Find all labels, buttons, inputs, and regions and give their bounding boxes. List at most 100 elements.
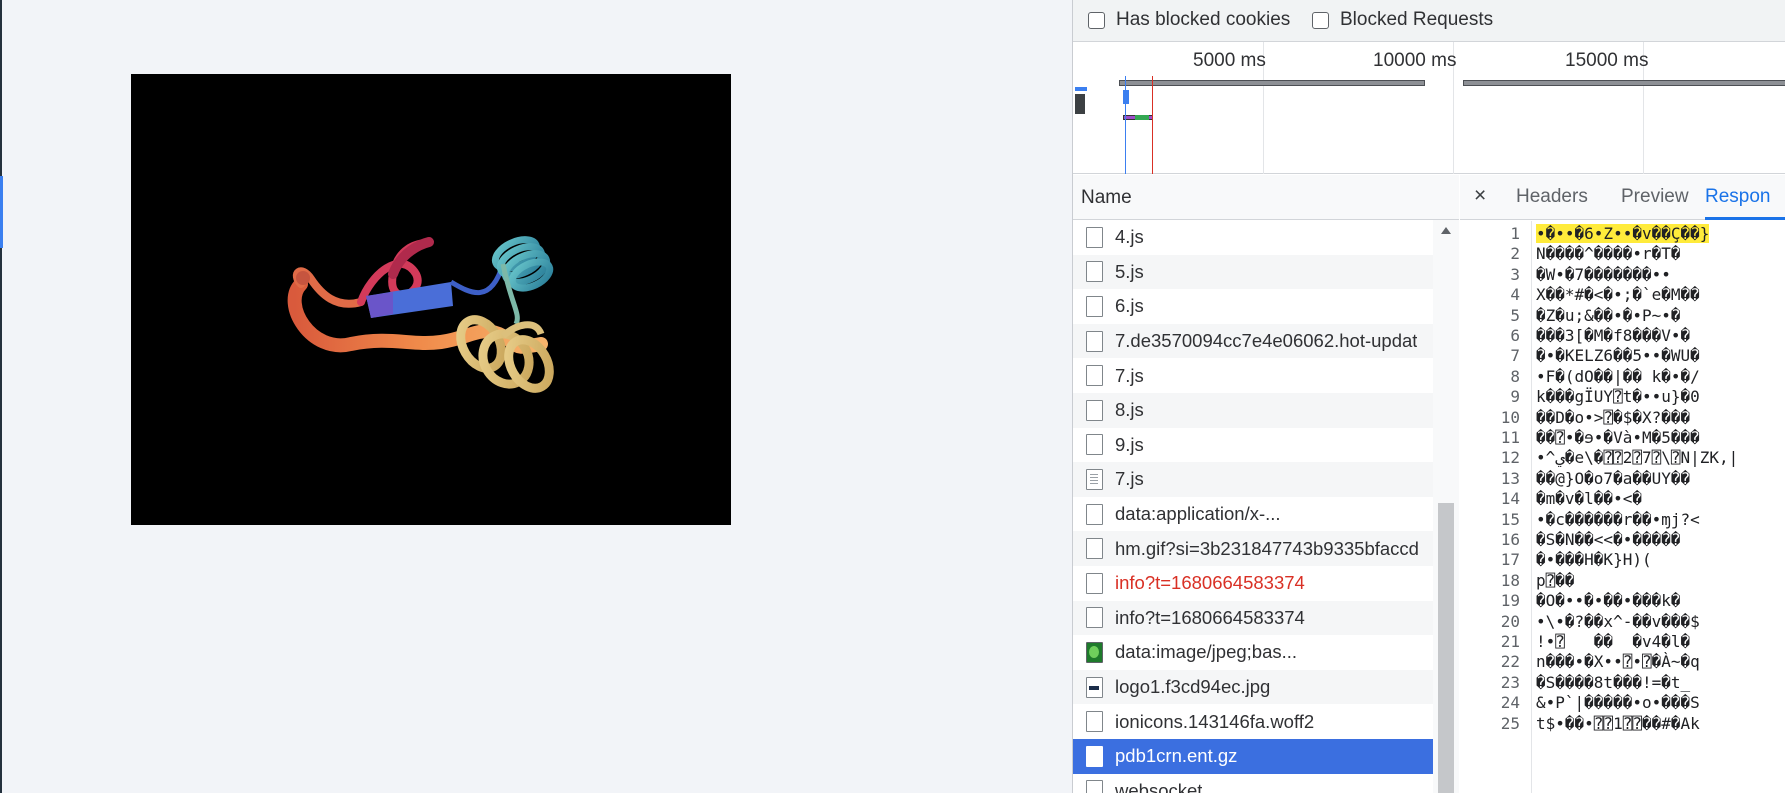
request-row[interactable]: data:application/x-... <box>1073 497 1433 532</box>
line-number: 11 <box>1500 428 1520 447</box>
line-number: 10 <box>1500 407 1520 427</box>
request-row[interactable]: info?t=1680664583374 <box>1073 566 1433 601</box>
line-text: �S����8t���!=�t_ <box>1536 672 1691 692</box>
file-icon <box>1086 295 1103 317</box>
line-number: 8 <box>1510 366 1520 386</box>
line-text: �W•�7�������•• <box>1536 264 1671 284</box>
file-icon <box>1086 780 1103 793</box>
timeline-mark <box>1075 87 1087 91</box>
request-name: logo1.f3cd94ec.jpg <box>1115 676 1271 698</box>
timeline-bar <box>1463 80 1785 86</box>
file-icon <box>1086 711 1103 733</box>
line-text: �O�••�•��•���k� <box>1536 591 1681 611</box>
response-body-viewer[interactable]: 1 •�••�6•Z••�v��Ç��} 2 N����^����•r�T� 3 �W•�… <box>1460 221 1785 793</box>
line-number: 6 <box>1510 326 1520 345</box>
scroll-up-arrow-icon[interactable] <box>1441 227 1451 234</box>
line-text: p⍰�� <box>1536 570 1575 590</box>
checkbox[interactable] <box>1088 11 1105 29</box>
line-number: 17 <box>1500 550 1520 570</box>
line-number: 4 <box>1510 285 1520 305</box>
detail-tab-bar: × Headers Preview Respon <box>1460 175 1785 220</box>
file-icon <box>1086 572 1103 594</box>
tab-preview[interactable]: Preview <box>1621 186 1689 208</box>
line-text: •�••�6•Z••�v��Ç��} <box>1536 224 1710 243</box>
left-accent-bar <box>0 176 3 248</box>
has-blocked-cookies-filter[interactable]: Has blocked cookies <box>1088 9 1290 31</box>
line-text: �S�N��<<�•����� <box>1536 530 1681 549</box>
file-icon <box>1086 399 1103 421</box>
request-row[interactable]: ionicons.143146fa.woff2 <box>1073 704 1433 739</box>
blocked-requests-filter[interactable]: Blocked Requests <box>1312 9 1493 31</box>
request-name: websocket <box>1115 779 1203 793</box>
logo-image-icon <box>1086 676 1103 698</box>
request-row[interactable]: 7.js <box>1073 358 1433 393</box>
file-icon <box>1086 745 1103 767</box>
network-overview-timeline[interactable]: 5000 ms 10000 ms 15000 ms <box>1073 42 1785 174</box>
request-row[interactable]: data:image/jpeg;bas... <box>1073 635 1433 670</box>
line-text: !•⍰ �� �v4�l� <box>1536 632 1691 651</box>
request-row[interactable]: pdb1crn.ent.gz <box>1073 738 1433 774</box>
load-event-line <box>1152 76 1153 174</box>
line-text: ���3[�M�f8���V•� <box>1536 326 1691 345</box>
request-name: 5.js <box>1115 260 1144 282</box>
checkbox[interactable] <box>1312 11 1329 29</box>
filter-label: Has blocked cookies <box>1116 9 1291 30</box>
line-text: ��⍰•�ɘ•�Và•M�5��� <box>1536 428 1700 447</box>
request-name: 6.js <box>1115 295 1144 317</box>
document-icon <box>1086 468 1103 490</box>
tab-response[interactable]: Respon <box>1705 186 1771 208</box>
line-number: 25 <box>1500 713 1520 733</box>
scrollbar[interactable] <box>1433 220 1459 793</box>
request-row[interactable]: 7.de3570094cc7e4e06062.hot-updat <box>1073 323 1433 359</box>
request-row[interactable]: logo1.f3cd94ec.jpg <box>1073 669 1433 705</box>
response-line: 25 t$•��•⍰⍰1⍰⍰��#�Ak <box>1460 714 1785 737</box>
request-name: 7.de3570094cc7e4e06062.hot-updat <box>1115 330 1418 352</box>
scrollbar-thumb[interactable] <box>1438 503 1454 793</box>
line-text: t$•��•⍰⍰1⍰⍰��#�Ak <box>1536 713 1700 733</box>
timeline-bar <box>1119 80 1425 86</box>
request-row[interactable]: 9.js <box>1073 428 1433 463</box>
image-icon <box>1086 641 1103 663</box>
line-text: ��@}O�o7�a��UY�� <box>1536 468 1691 488</box>
timeline-mark <box>1135 115 1149 120</box>
request-row[interactable]: 7.js <box>1073 462 1433 497</box>
line-number: 18 <box>1500 570 1520 590</box>
request-row[interactable]: 8.js <box>1073 392 1433 428</box>
time-tick-label: 5000 ms <box>1193 50 1266 71</box>
line-number: 1 <box>1510 224 1520 243</box>
line-text: �•���H�K}H)( <box>1536 550 1652 570</box>
line-number: 9 <box>1510 387 1520 407</box>
request-row[interactable]: 6.js <box>1073 289 1433 324</box>
line-number: 23 <box>1500 672 1520 692</box>
line-number: 3 <box>1510 264 1520 284</box>
request-row[interactable]: info?t=1680664583374 <box>1073 600 1433 636</box>
timeline-mark <box>1123 90 1129 104</box>
request-name: 7.js <box>1115 364 1144 386</box>
line-text: •F�(dO��|�� k�•�/ <box>1536 366 1700 386</box>
request-row[interactable]: 4.js <box>1073 220 1433 255</box>
request-name: data:image/jpeg;bas... <box>1115 641 1298 663</box>
request-row[interactable]: websocket <box>1073 774 1433 793</box>
file-icon <box>1086 607 1103 629</box>
request-row[interactable]: hm.gif?si=3b231847743b9335bfaccd <box>1073 531 1433 566</box>
file-icon <box>1086 434 1103 456</box>
filter-bar: Has blocked cookies Blocked Requests <box>1073 0 1785 42</box>
close-icon[interactable]: × <box>1474 184 1486 208</box>
line-number: 14 <box>1500 489 1520 509</box>
request-name: 7.js <box>1115 468 1144 490</box>
request-rows: 4.js 5.js 6.js 7.de3570094cc7e4e06062.hot-u… <box>1073 220 1433 793</box>
name-column-header[interactable]: Name <box>1073 175 1459 220</box>
line-number: 24 <box>1500 693 1520 713</box>
line-text: k���gÏUY⍰t�••u}�0 <box>1536 387 1700 407</box>
line-text: •�c������r��•ɱj?< <box>1536 509 1700 529</box>
line-text: X��*#�<�•;�`e�M�� <box>1536 285 1700 305</box>
line-number: 16 <box>1500 530 1520 549</box>
file-icon <box>1086 330 1103 352</box>
tab-headers[interactable]: Headers <box>1516 186 1588 208</box>
request-row[interactable]: 5.js <box>1073 254 1433 290</box>
line-number: 7 <box>1510 346 1520 366</box>
request-name: info?t=1680664583374 <box>1115 572 1305 594</box>
request-name: 8.js <box>1115 399 1144 421</box>
molecule-viewer-canvas[interactable] <box>131 74 731 525</box>
line-number: 19 <box>1500 591 1520 611</box>
